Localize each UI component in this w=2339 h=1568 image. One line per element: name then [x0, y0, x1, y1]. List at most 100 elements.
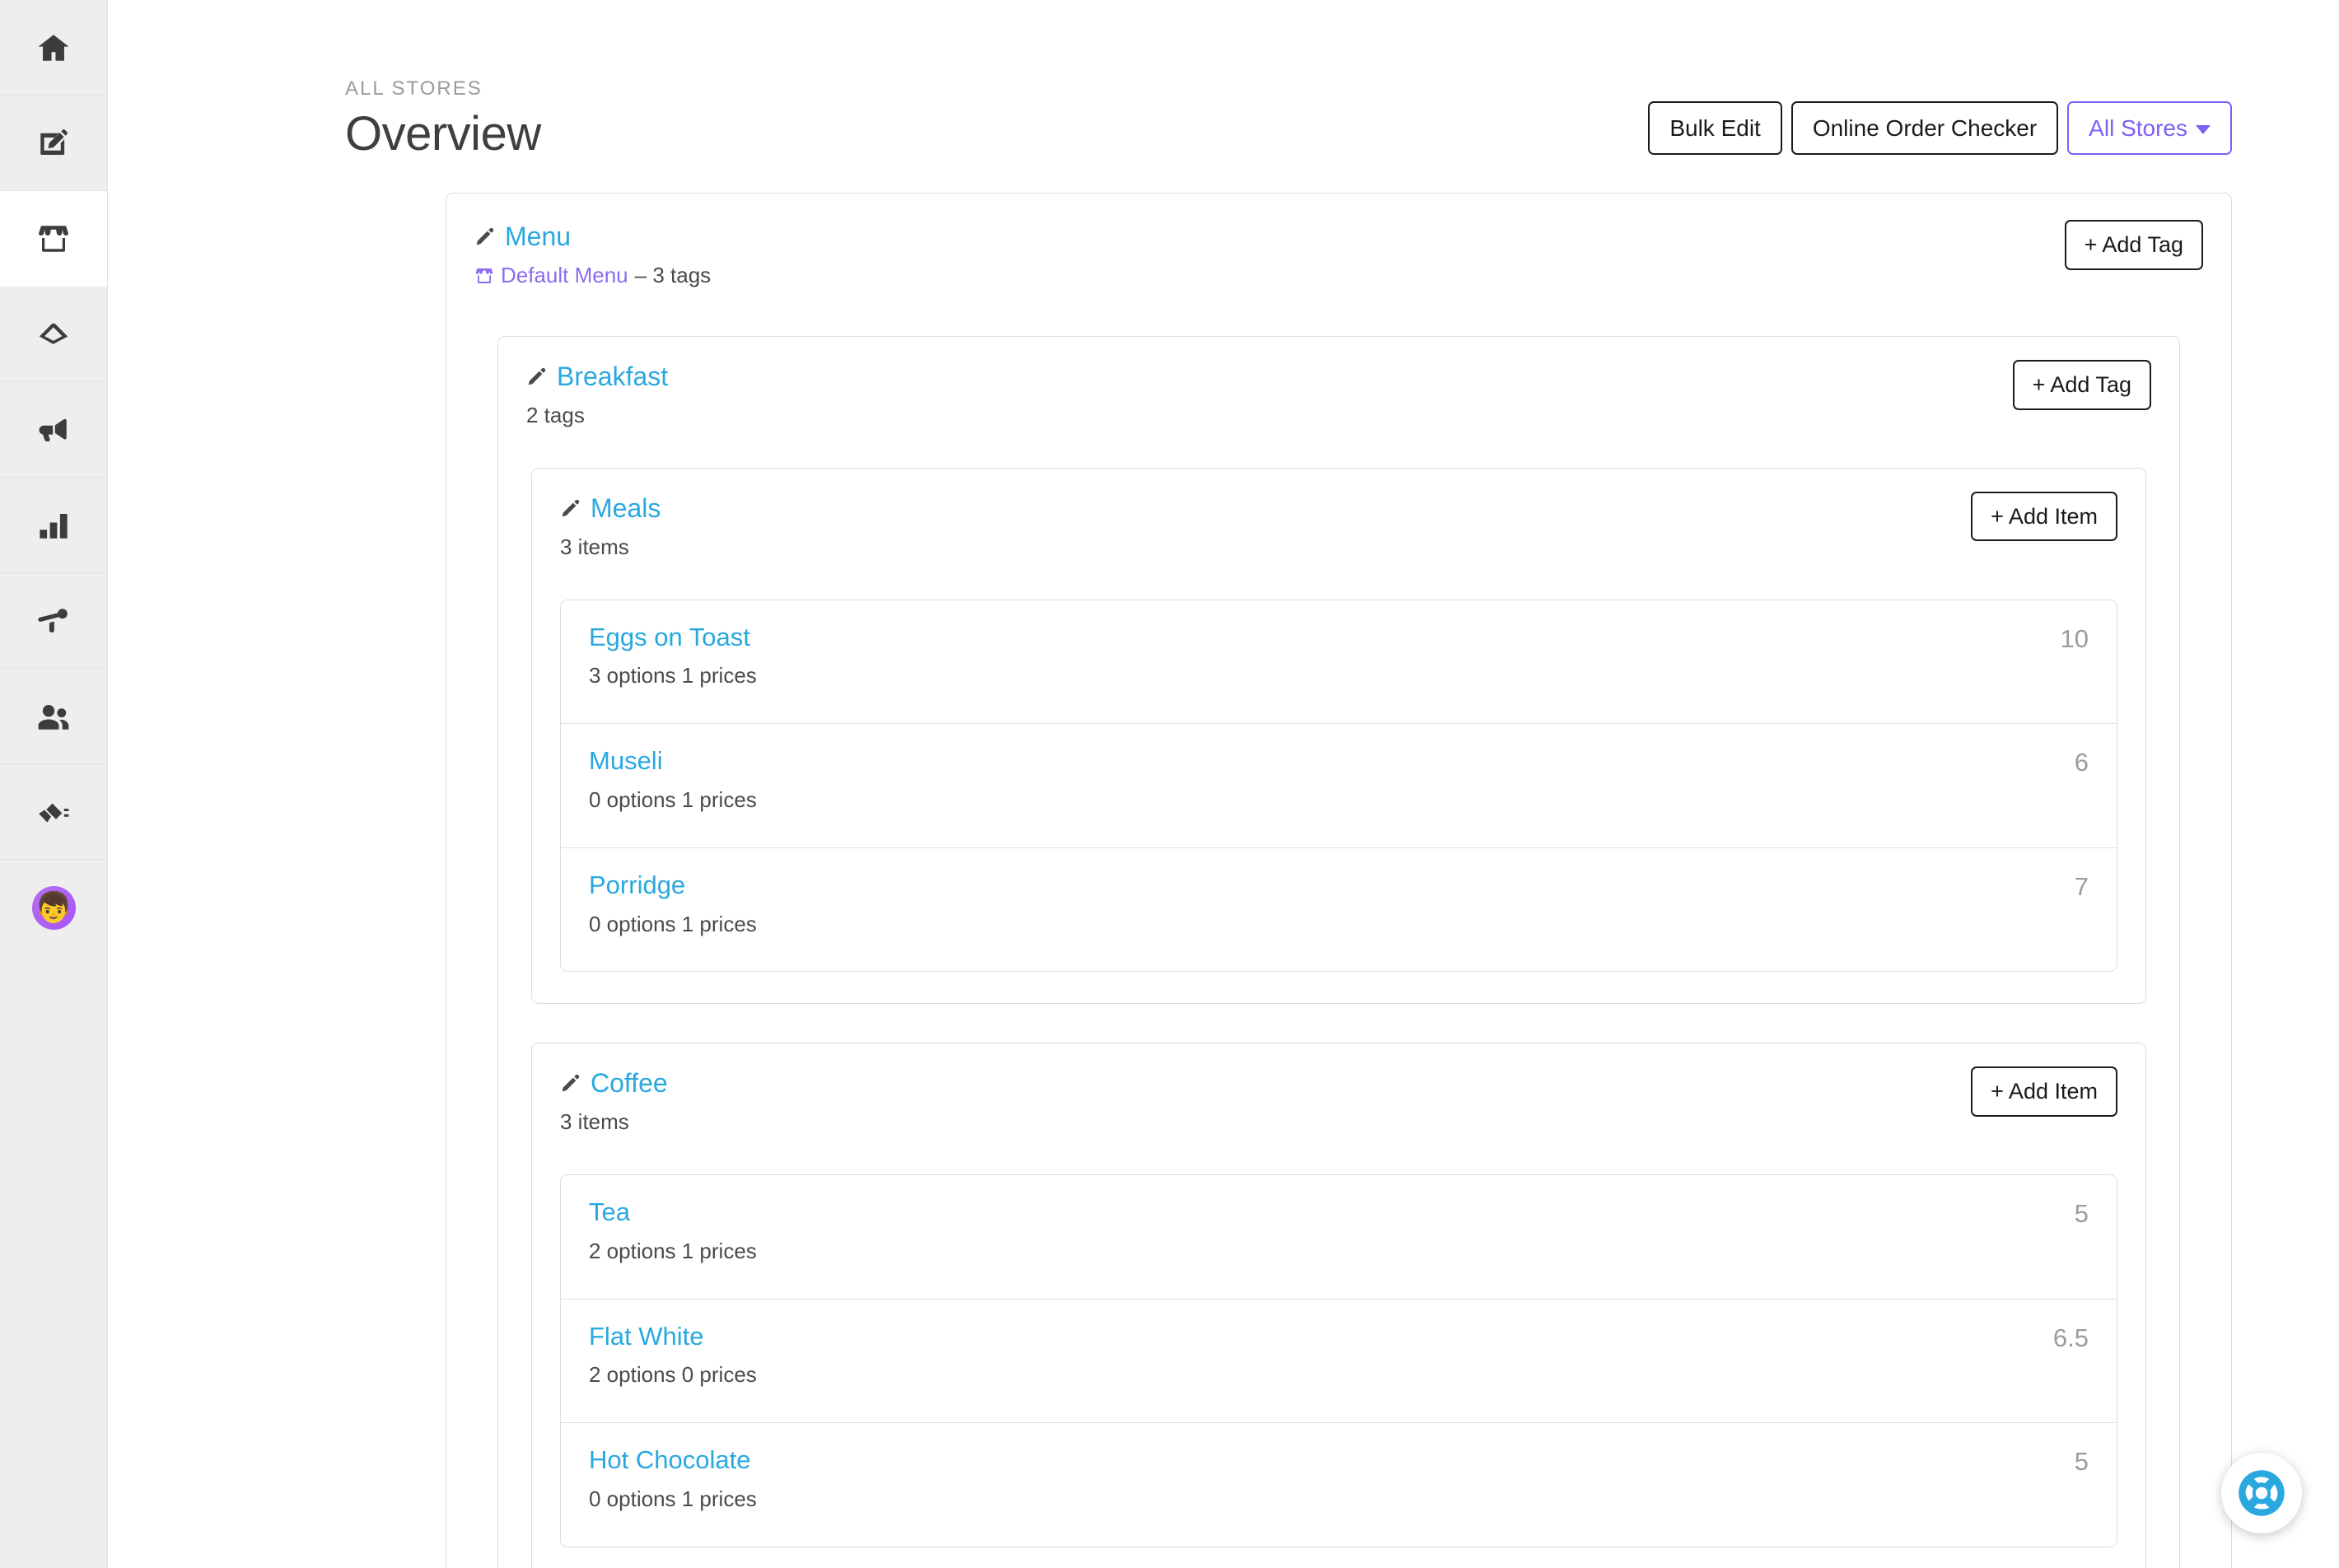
sidebar-item-tickets[interactable] — [0, 287, 107, 382]
item-meta: 0 options 1 prices — [589, 787, 757, 813]
list-item[interactable]: Museli 0 options 1 prices 6 — [561, 724, 2117, 848]
meals-title-row: Meals — [560, 492, 661, 525]
avatar[interactable]: 👦 — [31, 885, 76, 930]
avatar-container: 👦 — [0, 860, 107, 955]
coffee-subtitle: 3 items — [560, 1108, 668, 1136]
breakfast-header-left: Breakfast 2 tags — [526, 360, 668, 430]
ticket-icon — [36, 317, 71, 352]
item-meta: 0 options 1 prices — [589, 1486, 757, 1512]
coffee-add-item-button[interactable]: + Add Item — [1971, 1066, 2117, 1117]
life-ring-icon — [2239, 1470, 2285, 1516]
chevron-down-icon — [2196, 124, 2211, 134]
item-name[interactable]: Tea — [589, 1197, 757, 1229]
coffee-header: Coffee 3 items + Add Item — [532, 1043, 2145, 1136]
coffee-header-left: Coffee 3 items — [560, 1066, 668, 1136]
coffee-items-list: Tea 2 options 1 prices 5 Flat White 2 op… — [560, 1174, 2117, 1547]
item-name[interactable]: Museli — [589, 745, 757, 777]
coffee-title-row: Coffee — [560, 1066, 668, 1099]
sidebar-item-broadcast[interactable] — [0, 573, 107, 669]
pencil-icon[interactable] — [474, 226, 496, 247]
menu-subtitle: Default Menu – 3 tags — [474, 262, 711, 290]
breakfast-tag-count: 2 tags — [526, 403, 585, 428]
megaphone-icon — [36, 413, 71, 447]
main-content: ALL STORES Overview Bulk Edit Online Ord… — [108, 0, 2339, 1568]
coffee-header-spacer — [532, 1136, 2145, 1174]
plug-icon — [36, 795, 71, 829]
item-name[interactable]: Flat White — [589, 1321, 757, 1353]
list-item[interactable]: Flat White 2 options 0 prices 6.5 — [561, 1299, 2117, 1424]
item-text: Flat White 2 options 0 prices — [589, 1321, 757, 1390]
section-breakfast: Breakfast 2 tags + Add Tag Meals 3 items… — [497, 336, 2180, 1568]
item-price: 10 — [2060, 623, 2089, 653]
meals-items-list: Eggs on Toast 3 options 1 prices 10 Muse… — [560, 599, 2117, 973]
item-name[interactable]: Eggs on Toast — [589, 622, 757, 654]
sidebar-item-edit[interactable] — [0, 96, 107, 191]
meals-header-left: Meals 3 items — [560, 492, 661, 562]
coffee-title-link[interactable]: Coffee — [591, 1066, 668, 1099]
sidebar: 👦 — [0, 0, 108, 1568]
menu-title-link[interactable]: Menu — [505, 220, 571, 253]
menu-tag-count: – 3 tags — [634, 263, 712, 288]
meals-title-link[interactable]: Meals — [591, 492, 661, 525]
item-meta: 2 options 0 prices — [589, 1362, 757, 1388]
users-icon — [36, 699, 71, 734]
default-menu-link[interactable]: Default Menu — [501, 262, 628, 290]
bar-chart-icon — [36, 508, 71, 543]
page-header-titles: ALL STORES Overview — [345, 77, 541, 161]
item-name[interactable]: Porridge — [589, 870, 757, 902]
meals-item-count: 3 items — [560, 534, 629, 559]
bulk-edit-button[interactable]: Bulk Edit — [1648, 100, 1782, 156]
edit-square-icon — [36, 126, 71, 161]
page-title: Overview — [345, 107, 541, 161]
sidebar-item-stores[interactable] — [0, 191, 107, 287]
meals-add-item-button[interactable]: + Add Item — [1971, 491, 2117, 542]
breakfast-title-row: Breakfast — [526, 360, 668, 393]
item-text: Eggs on Toast 3 options 1 prices — [589, 622, 757, 691]
group-meals: Meals 3 items + Add Item Eggs on Toast 3… — [531, 467, 2146, 1005]
all-stores-dropdown-button[interactable]: All Stores — [2067, 100, 2232, 156]
pencil-icon[interactable] — [526, 366, 548, 387]
coffee-item-count: 3 items — [560, 1109, 629, 1135]
meals-header: Meals 3 items + Add Item — [532, 469, 2145, 562]
list-item[interactable]: Eggs on Toast 3 options 1 prices 10 — [561, 600, 2117, 725]
menu-card: Menu Default Menu – 3 tags + Add Tag Bre… — [446, 193, 2232, 1568]
sidebar-item-reports[interactable] — [0, 478, 107, 573]
list-item[interactable]: Tea 2 options 1 prices 5 — [561, 1175, 2117, 1300]
breadcrumb: ALL STORES — [345, 77, 483, 100]
sidebar-item-customers[interactable] — [0, 669, 107, 764]
online-order-checker-button[interactable]: Online Order Checker — [1790, 100, 2059, 156]
item-meta: 0 options 1 prices — [589, 911, 757, 936]
item-name[interactable]: Hot Chocolate — [589, 1444, 757, 1477]
breakfast-header-spacer — [498, 430, 2179, 468]
sidebar-item-integrations[interactable] — [0, 764, 107, 860]
item-text: Tea 2 options 1 prices — [589, 1197, 757, 1266]
home-icon — [36, 30, 71, 65]
item-text: Hot Chocolate 0 options 1 prices — [589, 1444, 757, 1514]
menu-title-row: Menu — [474, 220, 711, 253]
menu-header-spacer — [446, 290, 2231, 336]
list-item[interactable]: Porridge 0 options 1 prices 7 — [561, 847, 2117, 972]
list-item[interactable]: Hot Chocolate 0 options 1 prices 5 — [561, 1423, 2117, 1547]
item-text: Museli 0 options 1 prices — [589, 745, 757, 814]
sidebar-item-promotions[interactable] — [0, 382, 107, 478]
item-price: 5 — [2074, 1447, 2089, 1477]
header-actions: Bulk Edit Online Order Checker All Store… — [1648, 100, 2232, 162]
menu-header: Menu Default Menu – 3 tags + Add Tag — [446, 194, 2231, 290]
sidebar-item-home[interactable] — [0, 0, 107, 96]
support-chat-button[interactable] — [2221, 1453, 2302, 1533]
item-price: 6 — [2074, 748, 2089, 777]
item-price: 7 — [2074, 871, 2089, 901]
pencil-icon[interactable] — [560, 1072, 581, 1094]
menu-header-left: Menu Default Menu – 3 tags — [474, 220, 711, 290]
page-header: ALL STORES Overview Bulk Edit Online Ord… — [108, 0, 2339, 161]
breakfast-title-link[interactable]: Breakfast — [557, 360, 668, 393]
microphone-icon — [36, 604, 71, 638]
item-meta: 2 options 1 prices — [589, 1238, 757, 1263]
menu-add-tag-button[interactable]: + Add Tag — [2064, 220, 2203, 270]
breakfast-header: Breakfast 2 tags + Add Tag — [498, 337, 2179, 430]
breakfast-add-tag-button[interactable]: + Add Tag — [2012, 360, 2151, 410]
item-text: Porridge 0 options 1 prices — [589, 870, 757, 939]
pencil-icon[interactable] — [560, 497, 581, 519]
item-price: 6.5 — [2052, 1323, 2089, 1352]
store-icon — [475, 268, 493, 284]
